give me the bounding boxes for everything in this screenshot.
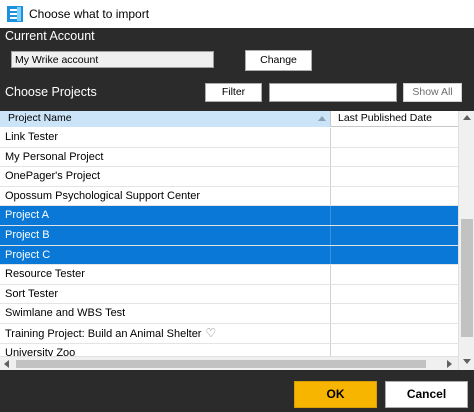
project-name-cell: Project A [0,206,331,225]
last-published-date-cell [332,304,458,323]
table-row[interactable]: Sort Tester [0,284,458,305]
grid-header: Project Name Last Published Date [0,111,458,127]
table-row[interactable]: Swimlane and WBS Test [0,304,458,324]
project-name: Training Project: Build an Animal Shelte… [5,327,202,340]
scroll-thumb[interactable] [461,219,473,337]
project-name: Link Tester [5,131,58,143]
change-button[interactable]: Change [245,50,312,71]
ok-button[interactable]: OK [294,381,377,408]
window-title: Choose what to import [29,7,150,21]
project-name-cell: My Personal Project [0,147,331,167]
account-field: My Wrike account [11,51,214,68]
last-published-date-cell [332,265,458,284]
project-name: Sort Tester [5,287,58,300]
last-published-date-cell [332,246,458,265]
current-account-label: Current Account [5,29,95,43]
column-header-label: Project Name [8,112,72,124]
scroll-up-icon[interactable] [463,115,471,120]
project-name-cell: Project B [0,225,331,245]
column-header-last-published-date[interactable]: Last Published Date [332,111,458,127]
project-name: Opossum Psychological Support Center [5,189,201,202]
choose-projects-label: Choose Projects [5,85,97,99]
project-name-cell: Opossum Psychological Support Center [0,186,331,206]
project-name: My Personal Project [5,150,104,163]
table-row[interactable]: OnePager's Project [0,167,458,187]
scroll-down-icon[interactable] [463,359,471,364]
last-published-date-cell [332,226,458,245]
filter-input[interactable] [269,83,397,102]
project-name-cell: Resource Tester [0,265,331,284]
project-name-cell: Sort Tester [0,284,331,304]
table-row[interactable]: Training Project: Build an Animal Shelte… [0,323,458,344]
last-published-date-cell [332,167,458,186]
app-icon [7,6,23,22]
vertical-scrollbar[interactable] [458,111,474,370]
table-row[interactable]: Project A [0,206,458,226]
scroll-left-icon[interactable] [4,360,9,368]
project-name-cell: Training Project: Build an Animal Shelte… [0,323,331,343]
title-bar: Choose what to import [0,0,474,28]
project-name-cell: Swimlane and WBS Test [0,304,331,323]
project-name: Project B [5,228,50,241]
project-name-cell: Link Tester [0,128,331,147]
horizontal-scrollbar[interactable] [0,356,458,370]
last-published-date-cell [332,187,458,206]
show-all-button[interactable]: Show All [403,83,462,102]
last-published-date-cell [332,206,458,225]
projects-grid: Project Name Last Published Date Link Te… [0,111,474,370]
last-published-date-cell [332,128,458,147]
last-published-date-cell [332,148,458,167]
table-row[interactable]: Resource Tester [0,265,458,285]
grid-rows: Link Tester My Personal Project OnePager's… [0,128,458,364]
project-name: OnePager's Project [5,170,101,183]
filter-button[interactable]: Filter [205,83,262,102]
table-row[interactable]: Opossum Psychological Support Center [0,186,458,207]
table-row[interactable]: Project C [0,245,458,266]
heart-icon: ♡ [205,325,217,340]
project-name-cell: Project C [0,245,331,265]
cancel-button[interactable]: Cancel [385,381,468,408]
project-name: Swimlane and WBS Test [5,307,126,320]
scroll-right-icon[interactable] [447,360,452,368]
project-name: Project A [5,209,50,222]
last-published-date-cell [332,285,458,304]
table-row[interactable]: Project B [0,225,458,246]
table-row[interactable]: Link Tester [0,128,458,148]
sort-ascending-icon [318,116,326,121]
project-name: Project C [5,248,51,261]
column-header-project-name[interactable]: Project Name [0,111,331,127]
horizontal-scroll-thumb[interactable] [16,360,426,368]
project-name: Resource Tester [5,268,85,281]
project-name-cell: OnePager's Project [0,167,331,186]
last-published-date-cell [332,324,458,343]
table-row[interactable]: My Personal Project [0,147,458,168]
